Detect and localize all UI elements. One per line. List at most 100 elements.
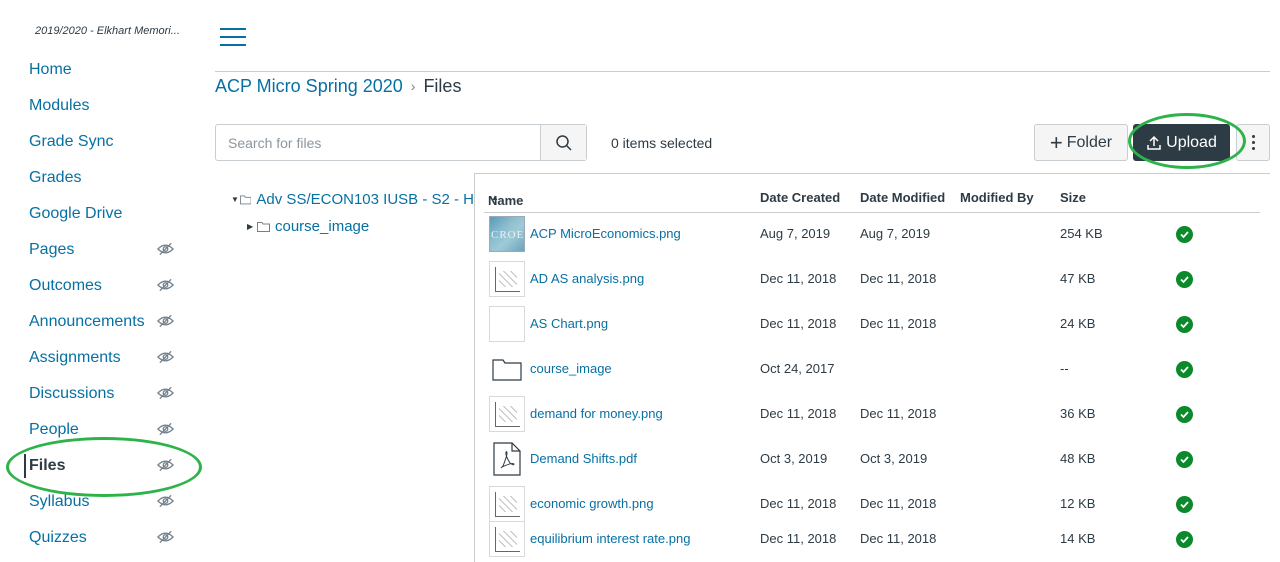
date-created: Dec 11, 2018 xyxy=(760,496,837,511)
column-header-size[interactable]: Size xyxy=(1060,190,1086,205)
nav-item-label: Grades xyxy=(29,169,82,186)
date-created: Dec 11, 2018 xyxy=(760,531,837,546)
file-row[interactable]: demand for money.png Dec 11, 2018 Dec 11… xyxy=(484,392,1260,437)
nav-item-grades[interactable]: Grades xyxy=(0,160,200,196)
date-modified: Dec 11, 2018 xyxy=(860,496,937,511)
hidden-eye-icon xyxy=(157,314,174,328)
file-name-link[interactable]: course_image xyxy=(530,361,612,376)
nav-item-modules[interactable]: Modules xyxy=(0,88,200,124)
image-thumbnail xyxy=(489,396,525,432)
file-size: 47 KB xyxy=(1060,271,1096,286)
date-created: Oct 24, 2017 xyxy=(760,361,835,376)
hidden-eye-icon xyxy=(157,530,174,544)
files-table-header: Name ▲ Date Created Date Modified Modifie… xyxy=(484,187,1260,213)
tree-child-folder[interactable]: ▶ course_image xyxy=(247,216,369,236)
published-check-icon[interactable] xyxy=(1176,361,1193,378)
nav-item-syllabus[interactable]: Syllabus xyxy=(0,484,200,520)
nav-item-label: Outcomes xyxy=(29,277,102,294)
more-options-button[interactable] xyxy=(1236,124,1270,161)
toolbar-divider xyxy=(474,173,1270,174)
nav-item-outcomes[interactable]: Outcomes xyxy=(0,268,200,304)
file-row[interactable]: equilibrium interest rate.png Dec 11, 20… xyxy=(484,517,1260,562)
nav-item-label: Syllabus xyxy=(29,493,90,510)
file-row[interactable]: AD AS analysis.png Dec 11, 2018 Dec 11, … xyxy=(484,257,1260,302)
hidden-eye-icon xyxy=(157,458,174,472)
nav-item-label: Home xyxy=(29,61,72,78)
nav-item-pages[interactable]: Pages xyxy=(0,232,200,268)
expanded-triangle-icon[interactable]: ▼ xyxy=(231,195,240,204)
course-nav-list: Home Modules Grade Sync Grades Google Dr… xyxy=(0,52,200,556)
date-modified: Aug 7, 2019 xyxy=(860,226,931,241)
nav-item-google-drive[interactable]: Google Drive xyxy=(0,196,200,232)
published-check-icon[interactable] xyxy=(1176,531,1193,548)
nav-item-grade-sync[interactable]: Grade Sync xyxy=(0,124,200,160)
image-thumbnail xyxy=(489,261,525,297)
nav-item-quizzes[interactable]: Quizzes xyxy=(0,520,200,556)
file-size: 12 KB xyxy=(1060,496,1096,511)
file-name-link[interactable]: Demand Shifts.pdf xyxy=(530,451,637,466)
hamburger-menu-icon[interactable] xyxy=(220,28,246,46)
hidden-eye-icon xyxy=(157,242,174,256)
hidden-eye-icon xyxy=(157,350,174,364)
file-size: 36 KB xyxy=(1060,406,1096,421)
date-modified: Dec 11, 2018 xyxy=(860,316,937,331)
hidden-eye-icon xyxy=(157,386,174,400)
nav-item-label: Grade Sync xyxy=(29,133,114,150)
search-button[interactable] xyxy=(540,125,586,160)
file-size: -- xyxy=(1060,361,1069,376)
published-check-icon[interactable] xyxy=(1176,451,1193,468)
file-row[interactable]: course_image Oct 24, 2017 -- xyxy=(484,347,1260,392)
upload-button[interactable]: Upload xyxy=(1133,124,1230,161)
date-created: Dec 11, 2018 xyxy=(760,406,837,421)
breadcrumb-current: Files xyxy=(423,75,462,96)
column-header-date-created[interactable]: Date Created xyxy=(760,190,840,205)
file-row[interactable]: CROE ACP MicroEconomics.png Aug 7, 2019 … xyxy=(484,212,1260,257)
thumbnail-text: CROE xyxy=(491,229,525,241)
date-created: Oct 3, 2019 xyxy=(760,451,828,466)
file-name-link[interactable]: AS Chart.png xyxy=(530,316,608,331)
image-thumbnail: CROE xyxy=(489,216,525,252)
nav-item-files[interactable]: Files xyxy=(0,448,200,484)
add-folder-label: Folder xyxy=(1066,133,1113,151)
hidden-eye-icon xyxy=(157,422,174,436)
column-header-modified-by[interactable]: Modified By xyxy=(960,190,1034,205)
file-name-link[interactable]: demand for money.png xyxy=(530,406,663,421)
items-selected-count: 0 items selected xyxy=(611,135,713,151)
nav-item-home[interactable]: Home xyxy=(0,52,200,88)
nav-item-label: Modules xyxy=(29,97,90,114)
nav-item-people[interactable]: People xyxy=(0,412,200,448)
header-divider xyxy=(215,71,1270,72)
add-folder-button[interactable]: + Folder xyxy=(1034,124,1128,161)
hidden-eye-icon xyxy=(157,494,174,508)
file-name-link[interactable]: ACP MicroEconomics.png xyxy=(530,226,681,241)
file-name-link[interactable]: AD AS analysis.png xyxy=(530,271,644,286)
nav-item-discussions[interactable]: Discussions xyxy=(0,376,200,412)
nav-item-assignments[interactable]: Assignments xyxy=(0,340,200,376)
course-navigation: 2019/2020 - Elkhart Memori... Home Modul… xyxy=(0,0,200,562)
nav-item-announcements[interactable]: Announcements xyxy=(0,304,200,340)
nav-item-label: Assignments xyxy=(29,349,121,366)
published-check-icon[interactable] xyxy=(1176,496,1193,513)
file-name-link[interactable]: economic growth.png xyxy=(530,496,654,511)
file-name-link[interactable]: equilibrium interest rate.png xyxy=(530,531,690,546)
tree-root-folder[interactable]: ▼ Adv SS/ECON103 IUSB - S2 - H xyxy=(231,189,474,209)
folder-icon xyxy=(239,195,252,204)
upload-label: Upload xyxy=(1166,133,1217,151)
published-check-icon[interactable] xyxy=(1176,226,1193,243)
column-header-date-modified[interactable]: Date Modified xyxy=(860,190,945,205)
search-box xyxy=(215,124,587,161)
nav-item-label: Google Drive xyxy=(29,205,123,222)
collapsed-triangle-icon[interactable]: ▶ xyxy=(247,222,257,231)
file-size: 24 KB xyxy=(1060,316,1096,331)
file-size: 48 KB xyxy=(1060,451,1096,466)
breadcrumb-course-link[interactable]: ACP Micro Spring 2020 xyxy=(215,76,403,97)
date-created: Aug 7, 2019 xyxy=(760,226,831,241)
published-check-icon[interactable] xyxy=(1176,271,1193,288)
date-created: Dec 11, 2018 xyxy=(760,316,837,331)
folder-icon xyxy=(257,221,270,232)
published-check-icon[interactable] xyxy=(1176,316,1193,333)
published-check-icon[interactable] xyxy=(1176,406,1193,423)
search-input[interactable] xyxy=(216,125,540,160)
file-row[interactable]: Demand Shifts.pdf Oct 3, 2019 Oct 3, 201… xyxy=(484,437,1260,482)
file-row[interactable]: AS Chart.png Dec 11, 2018 Dec 11, 2018 2… xyxy=(484,302,1260,347)
